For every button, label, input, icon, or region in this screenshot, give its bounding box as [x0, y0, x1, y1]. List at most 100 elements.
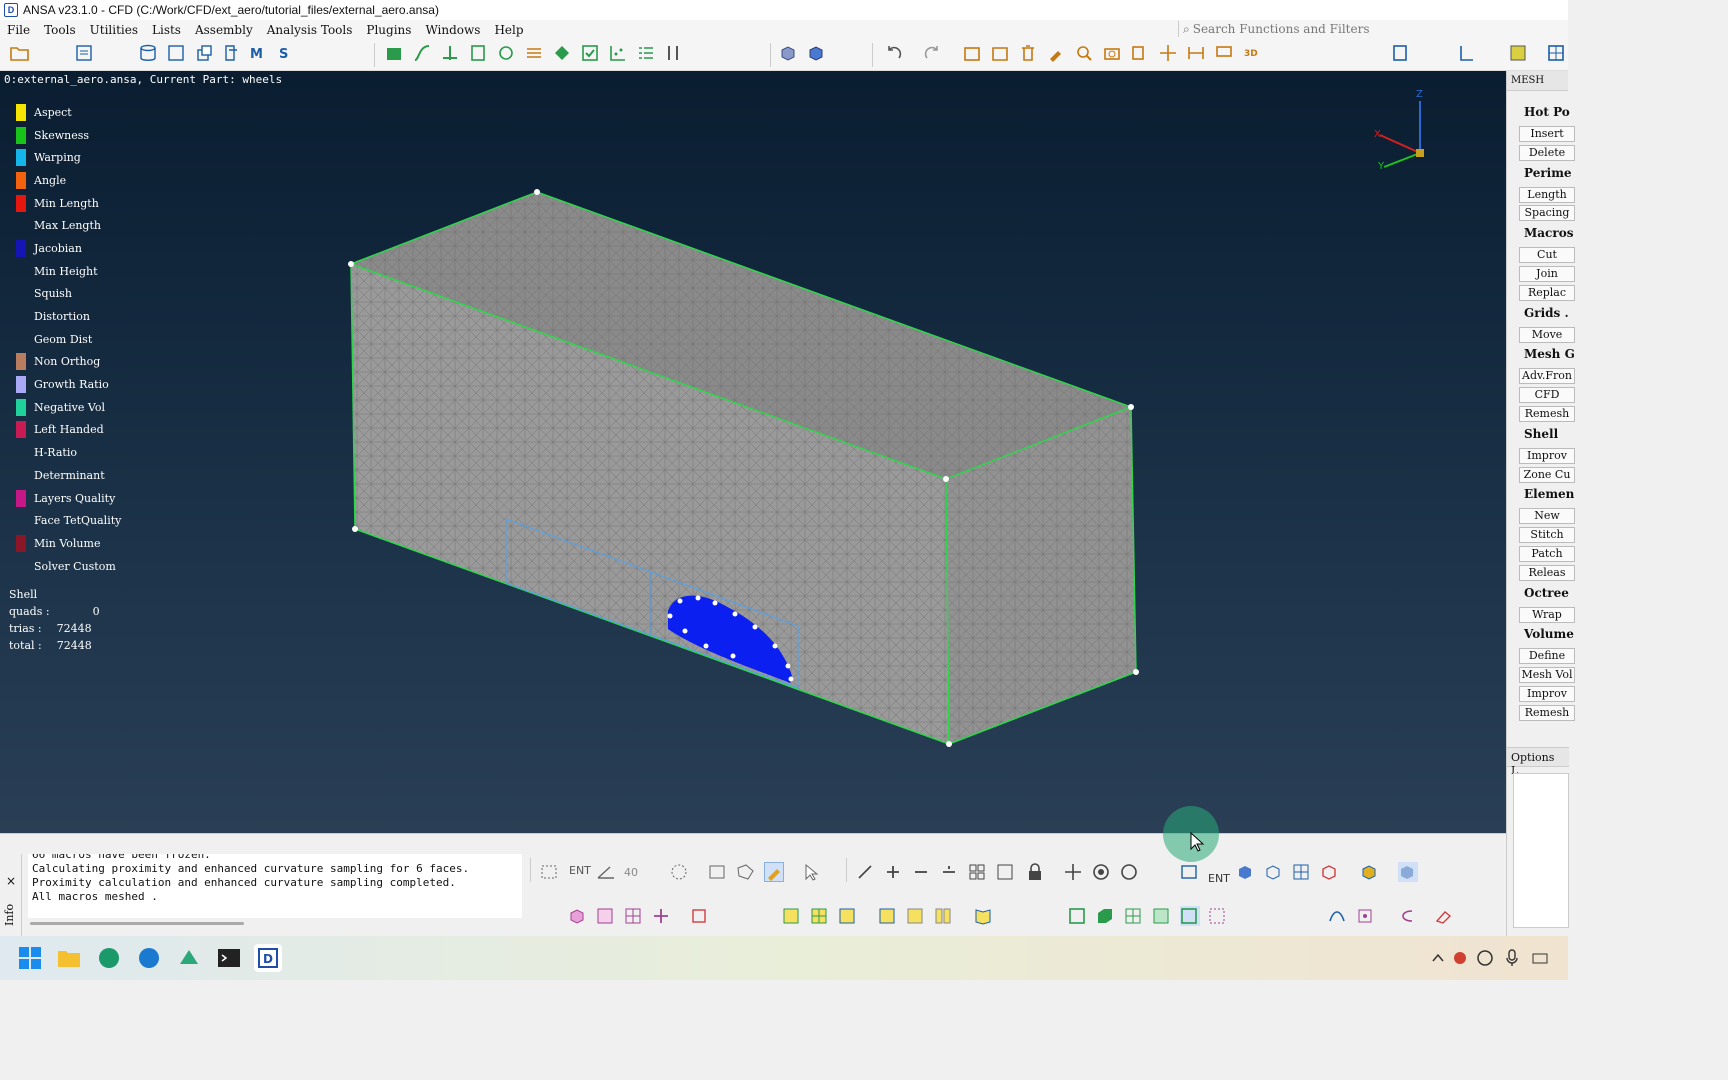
tool-b-icon[interactable] [990, 43, 1010, 63]
ansa-taskbar-icon[interactable]: D [254, 944, 282, 972]
panel-section-title[interactable]: Mesh G [1507, 347, 1575, 361]
menu-windows[interactable]: Windows [418, 23, 487, 37]
panel-button[interactable]: Spacing [1519, 205, 1575, 222]
move-icon[interactable] [1158, 43, 1178, 63]
yellow-panel-icon[interactable] [906, 906, 926, 926]
tray-circle-icon[interactable] [1474, 944, 1496, 972]
menu-utilities[interactable]: Utilities [83, 23, 145, 37]
delete-icon[interactable] [1018, 43, 1038, 63]
sets-icon[interactable]: S [278, 43, 298, 63]
panel-section-title[interactable]: Volume [1507, 627, 1574, 641]
menu-help[interactable]: Help [487, 23, 530, 37]
plus-icon[interactable] [884, 862, 904, 882]
properties-icon[interactable] [222, 43, 242, 63]
ent-label[interactable]: ENT [569, 864, 591, 877]
panel-button[interactable]: Define [1519, 648, 1575, 665]
menu-file[interactable]: File [0, 23, 37, 37]
panel-button[interactable]: Wrap [1519, 606, 1575, 623]
menu-analysis-tools[interactable]: Analysis Tools [260, 23, 360, 37]
rotate-icon[interactable] [1120, 862, 1140, 882]
panel-section-title[interactable]: Macros [1507, 226, 1573, 240]
ent-label-2[interactable]: ENT [1208, 872, 1230, 885]
panel-section-title[interactable]: Shell [1507, 427, 1558, 441]
checklist-icon[interactable] [636, 43, 656, 63]
options-list-label[interactable]: Options L [1507, 747, 1569, 777]
panel-section-title[interactable]: Hot Po [1507, 105, 1570, 119]
layout-icon[interactable] [1508, 43, 1528, 63]
window-select-icon[interactable] [708, 862, 728, 882]
chevron-up-icon[interactable] [1428, 944, 1448, 972]
panel-button[interactable]: Zone Cu [1519, 466, 1575, 483]
menu-lists[interactable]: Lists [145, 23, 188, 37]
menu-plugins[interactable]: Plugins [359, 23, 418, 37]
yellow-face-icon[interactable] [782, 906, 802, 926]
yellow-split-icon[interactable] [838, 906, 858, 926]
line-icon[interactable] [856, 862, 876, 882]
pink-dashed-icon[interactable] [1208, 906, 1228, 926]
3d-icon[interactable]: 3D [1242, 43, 1262, 63]
panel-button[interactable]: Patch [1519, 546, 1575, 562]
microphone-icon[interactable] [1502, 944, 1522, 972]
entity-visibility-icon[interactable] [1180, 862, 1200, 882]
axes-icon[interactable] [1456, 43, 1476, 63]
keyboard-icon[interactable] [1530, 944, 1550, 972]
view-shaded-icon[interactable] [806, 43, 826, 63]
green-face-icon[interactable] [1096, 906, 1116, 926]
mesh-tool-2-icon[interactable] [412, 43, 432, 63]
options-list[interactable] [1513, 773, 1569, 928]
mesh-tool-3-icon[interactable] [440, 43, 460, 63]
annotate-icon[interactable] [1214, 43, 1234, 63]
grid-select-icon[interactable] [968, 862, 988, 882]
mesh-model[interactable] [0, 71, 1506, 833]
cube-icon[interactable] [1236, 862, 1256, 882]
color-cube-icon[interactable] [1360, 862, 1380, 882]
document-icon[interactable] [74, 43, 94, 63]
angle-icon[interactable] [596, 862, 616, 882]
edge-browser-icon[interactable] [135, 944, 163, 972]
edge-dev-icon[interactable] [95, 944, 123, 972]
panel-section-title[interactable]: Elemen [1507, 487, 1574, 501]
function-search-input[interactable]: ⌕ Search Functions and Filters [1178, 21, 1568, 37]
panel-button[interactable]: Remesh [1519, 704, 1575, 721]
plot-icon[interactable] [608, 43, 628, 63]
pink-cube-icon[interactable] [568, 906, 588, 926]
polygon-select-icon[interactable] [736, 862, 756, 882]
invert-icon[interactable] [940, 862, 960, 882]
mesh-tool-1-icon[interactable] [384, 43, 404, 63]
add-pink-icon[interactable] [652, 906, 672, 926]
panel-button[interactable]: Improv [1519, 447, 1575, 464]
pick-tool-icon[interactable] [764, 862, 784, 882]
panel-button[interactable]: Move [1519, 326, 1575, 343]
report-icon[interactable] [1390, 43, 1410, 63]
redo-icon[interactable] [922, 43, 942, 63]
undo-icon[interactable] [884, 43, 904, 63]
grid-layout-icon[interactable] [1546, 43, 1566, 63]
open-folder-icon[interactable] [10, 43, 30, 63]
grid-select-2-icon[interactable] [996, 862, 1016, 882]
terminal-icon[interactable] [215, 944, 243, 972]
materials-icon[interactable]: M [250, 43, 270, 63]
zoom-icon[interactable] [1074, 43, 1094, 63]
database-icon[interactable] [138, 43, 158, 63]
tools-icon[interactable] [664, 43, 684, 63]
panel-button[interactable]: Length [1519, 186, 1575, 203]
close-icon[interactable]: × [6, 874, 16, 888]
panel-button[interactable]: Join [1519, 266, 1575, 282]
yellow-grid-icon[interactable] [810, 906, 830, 926]
yellow-columns-icon[interactable] [934, 906, 954, 926]
panel-button[interactable]: Adv.Fron [1519, 368, 1575, 385]
circle-select-icon[interactable] [670, 862, 690, 882]
parts-icon[interactable] [194, 43, 214, 63]
select-box-icon[interactable] [540, 862, 560, 882]
mesh-tool-7-icon[interactable] [552, 43, 572, 63]
square-point-icon[interactable] [1356, 906, 1376, 926]
app-bird-icon[interactable] [175, 944, 203, 972]
brush-icon[interactable] [1046, 43, 1066, 63]
panel-button[interactable]: Replac [1519, 284, 1575, 301]
lock-icon[interactable] [1026, 862, 1046, 882]
cursor-select-icon[interactable] [802, 862, 822, 882]
panel-button[interactable]: Insert [1519, 126, 1575, 142]
message-log[interactable]: 66 macros have been frozen. Calculating … [28, 854, 522, 918]
panel-button[interactable]: Releas [1519, 564, 1575, 581]
graphics-viewport[interactable]: 0:external_aero.ansa, Current Part: whee… [0, 71, 1506, 833]
